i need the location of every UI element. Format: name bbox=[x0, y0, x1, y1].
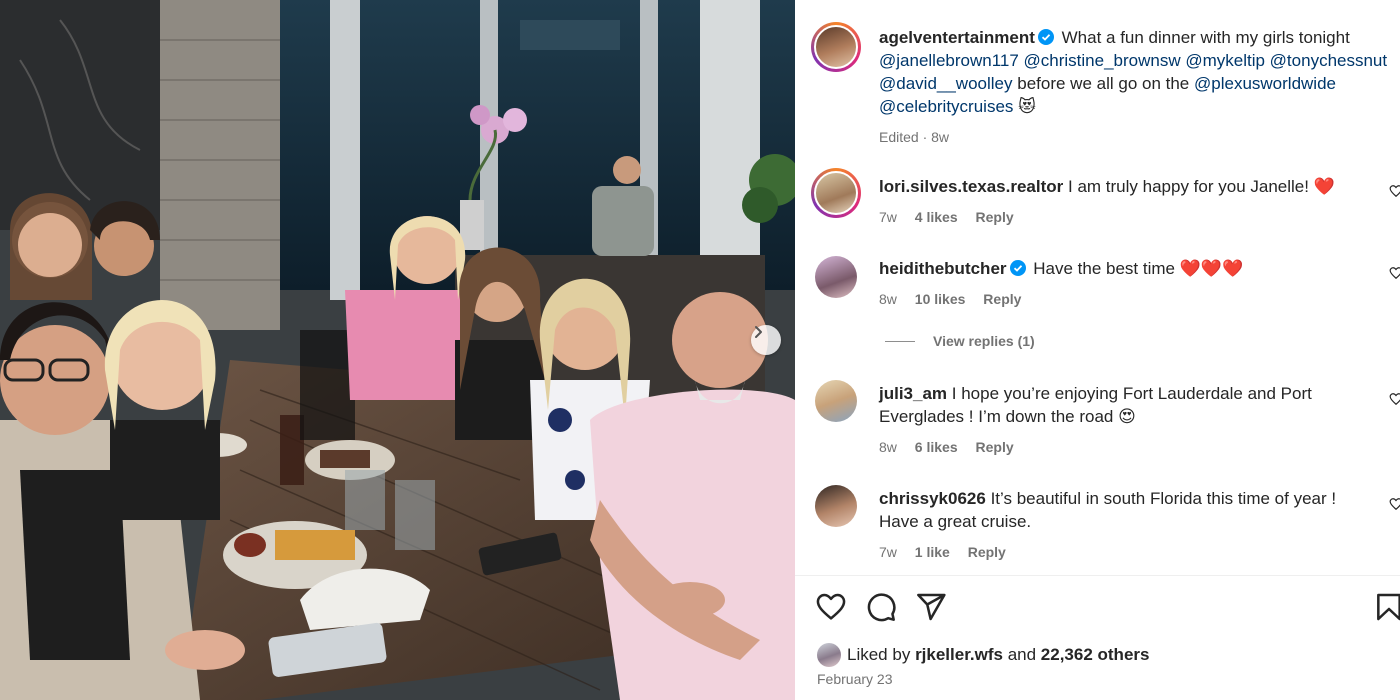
comment-likes[interactable]: 6 likes bbox=[915, 439, 958, 455]
comment-reply-button[interactable]: Reply bbox=[976, 439, 1014, 455]
post-date[interactable]: February 23 bbox=[817, 671, 892, 687]
caption-mid-text: before we all go on the bbox=[1017, 74, 1190, 93]
comment-likes[interactable]: 4 likes bbox=[915, 209, 958, 225]
liked-by-and: and bbox=[1007, 645, 1037, 664]
comment-age: 8w bbox=[879, 291, 897, 307]
commenter-avatar[interactable] bbox=[815, 256, 857, 298]
comment-like-heart-icon[interactable] bbox=[1389, 184, 1400, 198]
likes-others-count[interactable]: 22,362 others bbox=[1041, 645, 1150, 665]
comment-item: lori.silves.texas.realtor I am truly hap… bbox=[879, 175, 1379, 229]
comment-like-heart-icon[interactable] bbox=[1389, 392, 1400, 406]
chevron-right-icon bbox=[755, 326, 762, 338]
comment-username[interactable]: heidithebutcher bbox=[879, 259, 1007, 278]
post-caption: agelventertainment What a fun dinner wit… bbox=[879, 26, 1399, 149]
author-avatar[interactable] bbox=[811, 22, 861, 72]
view-replies-button[interactable]: View replies (1) bbox=[885, 333, 1035, 349]
comment-text: I am truly happy for you Janelle! ❤️ bbox=[1068, 177, 1335, 196]
comment-like-heart-icon[interactable] bbox=[1389, 266, 1400, 280]
send-icon[interactable] bbox=[915, 590, 947, 624]
commenter-avatar[interactable] bbox=[811, 168, 861, 218]
commenter-avatar[interactable] bbox=[815, 485, 857, 527]
commenter-avatar[interactable] bbox=[815, 380, 857, 422]
comment-reply-button[interactable]: Reply bbox=[976, 209, 1014, 225]
mention-celebrity[interactable]: @celebritycruises bbox=[879, 97, 1013, 116]
comment-reply-button[interactable]: Reply bbox=[968, 544, 1006, 560]
author-username[interactable]: agelventertainment bbox=[879, 28, 1035, 47]
comment-username[interactable]: chrissyk0626 bbox=[879, 489, 986, 508]
carousel-next-button[interactable] bbox=[751, 325, 781, 355]
liker-avatar[interactable] bbox=[817, 643, 841, 667]
post-details-panel: agelventertainment What a fun dinner wit… bbox=[795, 0, 1400, 700]
comment-like-heart-icon[interactable] bbox=[1389, 497, 1400, 511]
mention-david[interactable]: @david__woolley bbox=[879, 74, 1013, 93]
mention-plexus[interactable]: @plexusworldwide bbox=[1194, 74, 1336, 93]
verified-badge-icon bbox=[1009, 260, 1026, 276]
bookmark-icon[interactable] bbox=[1373, 590, 1400, 624]
comment-text: Have the best time ❤️❤️❤️ bbox=[1033, 259, 1244, 278]
comment-item: chrissyk0626 It’s beautiful in south Flo… bbox=[879, 487, 1359, 564]
dinner-photo-illustration bbox=[0, 0, 795, 700]
comment-item: juli3_am I hope you’re enjoying Fort Lau… bbox=[879, 382, 1349, 459]
comment-username[interactable]: juli3_am bbox=[879, 384, 947, 403]
post-photo bbox=[0, 0, 795, 700]
caption-text: What a fun dinner with my girls tonight bbox=[1061, 28, 1350, 47]
caption-emoji: 😻 bbox=[1018, 97, 1036, 116]
liker-username[interactable]: rjkeller.wfs bbox=[915, 645, 1003, 665]
liked-by-prefix: Liked by bbox=[847, 645, 911, 664]
comment-item: heidithebutcher Have the best time ❤️❤️❤… bbox=[879, 257, 1379, 311]
comment-icon[interactable] bbox=[865, 590, 897, 624]
actions-divider bbox=[795, 575, 1400, 576]
comment-reply-button[interactable]: Reply bbox=[983, 291, 1021, 307]
comment-username[interactable]: lori.silves.texas.realtor bbox=[879, 177, 1063, 196]
comment-likes[interactable]: 1 like bbox=[915, 544, 950, 560]
comment-age: 7w bbox=[879, 209, 897, 225]
caption-edited-meta: Edited · 8w bbox=[879, 129, 950, 145]
heart-icon[interactable] bbox=[815, 590, 847, 624]
view-replies-label: View replies (1) bbox=[933, 333, 1035, 349]
replies-divider-line bbox=[885, 340, 915, 342]
likes-summary: Liked by rjkeller.wfs and 22,362 others bbox=[817, 643, 1149, 667]
verified-badge-icon bbox=[1037, 29, 1054, 45]
caption-mentions[interactable]: @janellebrown117 @christine_brownsw @myk… bbox=[879, 51, 1387, 70]
comment-age: 8w bbox=[879, 439, 897, 455]
comment-likes[interactable]: 10 likes bbox=[915, 291, 966, 307]
comment-age: 7w bbox=[879, 544, 897, 560]
